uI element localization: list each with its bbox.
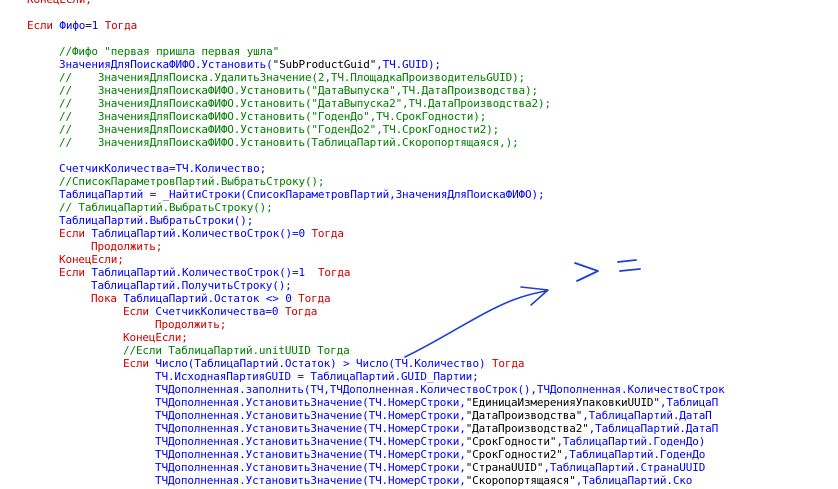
code-line[interactable]: Пока ТаблицаПартий.Остаток <> 0 Тогда (91, 292, 331, 305)
code-token: Тогда (98, 19, 138, 32)
code-token: ТЧДополненная.УстановитьЗначение(ТЧ.Номе… (155, 474, 466, 487)
code-token: ТЧДополненная.УстановитьЗначение(ТЧ.Номе… (155, 422, 466, 435)
code-editor[interactable]: КонецЕсли; Если Фифо=1 Тогда //Фифо "перва… (0, 0, 838, 489)
code-line[interactable]: Если СчетчикКоличества=0 Тогда (123, 305, 317, 318)
code-line[interactable]: ТЧДополненная.УстановитьЗначение(ТЧ.Номе… (155, 461, 705, 474)
code-token: ТаблицаПартий.ПолучитьСтроку(); (91, 279, 292, 292)
code-token: Тогда (278, 305, 318, 318)
code-token: СчетчикКоличества=0 (155, 305, 279, 318)
code-token: Если (123, 305, 156, 318)
code-line[interactable]: КонецЕсли; (27, 0, 92, 6)
code-line[interactable]: ЗначенияДляПоискаФИФО.Установить("SubPro… (59, 58, 441, 71)
code-token: "СрокГодности2" (465, 448, 563, 461)
code-line[interactable]: // ЗначенияДляПоискаФИФО.Установить("Дат… (59, 84, 538, 97)
code-line[interactable]: ТЧДополненная.УстановитьЗначение(ТЧ.Номе… (155, 435, 705, 448)
code-token: ТЧДополненная.УстановитьЗначение(ТЧ.Номе… (155, 448, 466, 461)
code-token: ,ТаблицаП (659, 396, 719, 409)
code-line[interactable]: Продолжить; (91, 240, 162, 253)
code-line[interactable]: // ТаблицаПартий.ВыбратьСтроку(); (59, 201, 273, 214)
code-token: "Скоропортящаяся" (465, 474, 576, 487)
code-line[interactable]: ТаблицаПартий.ПолучитьСтроку(); (91, 279, 292, 292)
code-token: ,ТаблицаПартий.ДатаП (588, 422, 719, 435)
code-token: Тогда (304, 227, 344, 240)
code-token: ЗначенияДляПоискаФИФО.Установить( (59, 58, 273, 71)
code-token: Продолжить; (155, 318, 227, 331)
code-token: // ЗначенияДляПоискаФИФО.Установить("Год… (59, 110, 487, 123)
code-token: Тогда (304, 266, 351, 279)
code-token: "СрокГодности" (465, 435, 557, 448)
code-token: Если (59, 266, 92, 279)
code-token: Тогда (291, 292, 331, 305)
code-token: ,ТаблицаПартий.ДатаП (582, 409, 712, 422)
code-token: ТаблицаПартий.Остаток <> 0 (123, 292, 292, 305)
code-token: ,ТаблицаПартий.ГоденДо) (556, 435, 706, 448)
code-token: ,ТаблицаПартий.ГоденДо (562, 448, 706, 461)
code-token: СчетчикКоличества=ТЧ.Количество; (59, 162, 267, 175)
code-line[interactable]: //Фифо "первая пришла первая ушла" (59, 45, 279, 58)
code-token: ,ТЧ.GUID); (376, 58, 441, 71)
code-token: Число(ТаблицаПартий.Остаток) > Число(ТЧ.… (155, 357, 486, 370)
code-line[interactable]: ТЧ.ИсходнаяПартияGUID = ТаблицаПартий.GU… (155, 370, 479, 383)
code-token: ТЧДополненная.УстановитьЗначение(ТЧ.Номе… (155, 461, 466, 474)
code-line[interactable]: ТЧДополненная.заполнить(ТЧ,ТЧДополненная… (155, 383, 725, 396)
code-token: //Фифо "первая пришла первая ушла" (59, 45, 280, 58)
code-line[interactable]: //СписокПараметровПартий.ВыбратьСтроку()… (59, 175, 325, 188)
code-line[interactable]: ТЧДополненная.УстановитьЗначение(ТЧ.Номе… (155, 409, 712, 422)
code-line[interactable]: // ЗначенияДляПоискаФИФО.Установить("Год… (59, 110, 486, 123)
code-token: "SubProductGuid" (272, 58, 377, 71)
code-token: ТЧ.ИсходнаяПартияGUID = ТаблицаПартий.GU… (155, 370, 479, 383)
code-line[interactable]: ТЧДополненная.УстановитьЗначение(ТЧ.Номе… (155, 422, 718, 435)
code-token: "ДатаПроизводства2" (465, 422, 589, 435)
code-token: Фифо (59, 19, 86, 32)
code-token: КонецЕсли; (27, 0, 92, 6)
code-token: Тогда (485, 357, 525, 370)
code-token: //СписокПараметровПартий.ВыбратьСтроку()… (59, 175, 325, 188)
code-token: КонецЕсли; (59, 253, 124, 266)
code-token: ТЧДополненная.заполнить(ТЧ,ТЧДополненная… (155, 383, 725, 396)
code-line[interactable]: ТЧДополненная.УстановитьЗначение(ТЧ.Номе… (155, 396, 718, 409)
code-line[interactable]: ТаблицаПартий = _НайтиСтроки(СписокПарам… (59, 188, 545, 201)
code-line[interactable]: ТЧДополненная.УстановитьЗначение(ТЧ.Номе… (155, 448, 705, 461)
code-line[interactable]: Если ТаблицаПартий.КоличествоСтрок()=1 Т… (59, 266, 350, 279)
code-token: ,ТаблицаПартий.СтранаUUID (543, 461, 706, 474)
code-token: ,ТаблицаПартий.Ско (575, 474, 693, 487)
code-line[interactable]: КонецЕсли; (123, 331, 188, 344)
code-token: КонецЕсли; (123, 331, 188, 344)
code-token: // ЗначенияДляПоискаФИФО.Установить("Дат… (59, 84, 538, 97)
code-token: ТаблицаПартий.КоличествоСтрок()=0 (91, 227, 305, 240)
code-token: ТЧДополненная.УстановитьЗначение(ТЧ.Номе… (155, 409, 466, 422)
code-line[interactable]: // ЗначенияДляПоиска.УдалитьЗначение(2,Т… (59, 71, 525, 84)
code-token: Если (59, 227, 92, 240)
code-token: ТаблицаПартий = _НайтиСтроки(СписокПарам… (59, 188, 545, 201)
code-token: ТЧДополненная.УстановитьЗначение(ТЧ.Номе… (155, 396, 466, 409)
code-token: Если (123, 357, 156, 370)
code-token: Пока (91, 292, 124, 305)
code-token: "ДатаПроизводства" (465, 409, 583, 422)
code-token: // ЗначенияДляПоискаФИФО.Установить("Дат… (59, 97, 551, 110)
code-token: ТЧДополненная.УстановитьЗначение(ТЧ.Номе… (155, 435, 466, 448)
code-line[interactable]: Если Число(ТаблицаПартий.Остаток) > Числ… (123, 357, 524, 370)
code-line[interactable]: ТаблицаПартий.ВыбратьСтроки(); (59, 214, 253, 227)
code-token: "СтранаUUID" (465, 461, 544, 474)
code-token: // ЗначенияДляПоискаФИФО.Установить("Год… (59, 123, 500, 136)
code-line[interactable]: // ЗначенияДляПоискаФИФО.Установить("Год… (59, 123, 499, 136)
code-line[interactable]: Продолжить; (155, 318, 226, 331)
code-line[interactable]: //Если ТаблицаПартий.unitUUID Тогда (123, 344, 350, 357)
code-token: //Если ТаблицаПартий.unitUUID Тогда (123, 344, 350, 357)
code-token: "ЕдиницаИзмеренияУпаковкиUUID" (465, 396, 660, 409)
code-line[interactable]: ТЧДополненная.УстановитьЗначение(ТЧ.Номе… (155, 474, 692, 487)
code-token: Продолжить; (91, 240, 163, 253)
code-token: ТаблицаПартий.КоличествоСтрок()=1 (91, 266, 305, 279)
code-token: ТаблицаПартий.ВыбратьСтроки(); (59, 214, 254, 227)
code-line[interactable]: СчетчикКоличества=ТЧ.Количество; (59, 162, 266, 175)
code-token: // ТаблицаПартий.ВыбратьСтроку(); (59, 201, 273, 214)
code-line[interactable]: // ЗначенияДляПоискаФИФО.Установить(Табл… (59, 136, 519, 149)
code-line[interactable]: КонецЕсли; (59, 253, 124, 266)
code-token: // ЗначенияДляПоискаФИФО.Установить(Табл… (59, 136, 519, 149)
code-line[interactable]: Если Фифо=1 Тогда (27, 19, 137, 32)
code-token: // ЗначенияДляПоиска.УдалитьЗначение(2,Т… (59, 71, 526, 84)
code-line[interactable]: Если ТаблицаПартий.КоличествоСтрок()=0 Т… (59, 227, 344, 240)
code-token: Если (27, 19, 60, 32)
code-line[interactable]: // ЗначенияДляПоискаФИФО.Установить("Дат… (59, 97, 551, 110)
